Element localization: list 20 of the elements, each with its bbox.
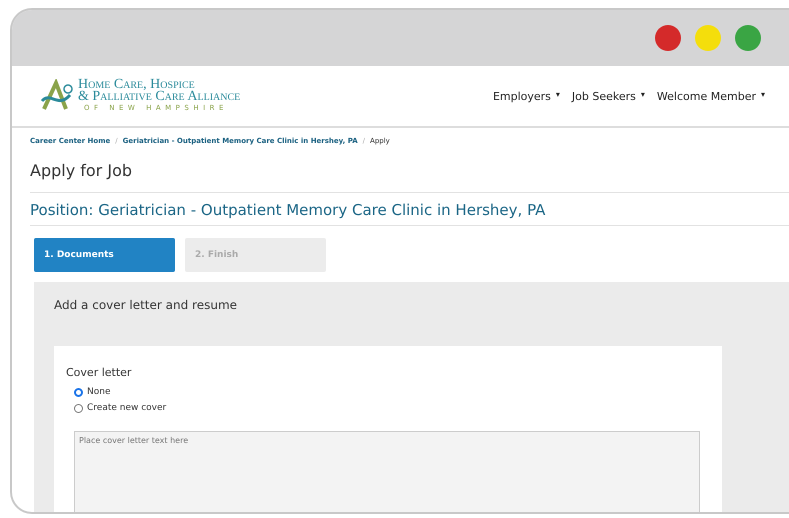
nav-menu-link[interactable]: Welcome Member ▾: [656, 90, 765, 102]
cover-letter-label: Cover letter: [66, 366, 132, 379]
radio-label[interactable]: None: [87, 387, 110, 397]
radio-button[interactable]: [74, 404, 83, 412]
radio-label[interactable]: Create new cover: [87, 403, 166, 413]
caret-icon: ▾: [640, 90, 645, 102]
radio-button[interactable]: [74, 388, 83, 396]
page-title: Apply for Job: [30, 145, 789, 193]
caret-icon: ▾: [760, 90, 765, 102]
nav-menu-link[interactable]: Job Seekers ▾: [572, 90, 645, 102]
close-window-icon[interactable]: [655, 25, 681, 51]
logo-text: & Palliative Care Alliance: [78, 91, 240, 103]
maximize-window-icon[interactable]: [735, 25, 761, 51]
step-tab[interactable]: 1. Documents: [34, 238, 175, 272]
cover-letter-field[interactable]: Place cover letter text here: [74, 431, 700, 512]
nav-menu-link[interactable]: Employers ▾: [492, 90, 560, 102]
position-title: Position: Geriatrician - Outpatient Memory Care Clinic in Hershey, PA: [30, 193, 789, 226]
panel-title: Add a cover letter and resume: [54, 298, 238, 312]
caret-icon: ▾: [556, 90, 560, 102]
logo-text: Home Care, Hospice: [78, 79, 195, 91]
